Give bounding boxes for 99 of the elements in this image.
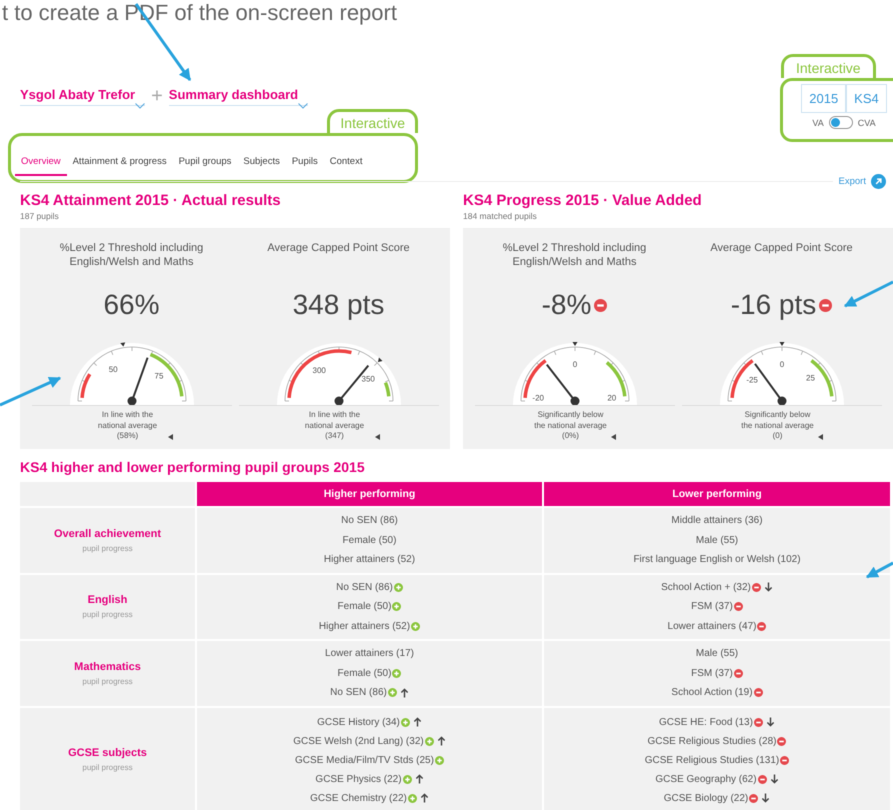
row-subtitle: pupil progress (82, 544, 133, 553)
pupil-group: Female (50) (338, 668, 392, 679)
callout-arrow (0, 376, 62, 406)
pupil-group: No SEN (86) (341, 515, 398, 526)
comparison-text: In line with the national average (347) (304, 410, 366, 442)
callout-arrow (866, 562, 893, 578)
toggle-label: CVA (858, 118, 876, 128)
average-marker (377, 358, 382, 362)
metric-value: 348 pts (292, 289, 384, 321)
scale-label: 20 (606, 394, 616, 402)
metric-title: %Level 2 Threshold including English/Welsh and Maths (502, 241, 648, 270)
tab[interactable]: Overview (15, 148, 67, 176)
pointer-icon (168, 434, 172, 440)
section-title: KS4 higher and lower performing pupil groups 2015 (20, 459, 366, 475)
tab[interactable]: Context (324, 148, 368, 176)
pupil-group: GCSE Welsh (2nd Lang) (32) (293, 736, 424, 746)
scale-label: 350 (361, 374, 374, 384)
above-range-band (383, 382, 390, 397)
metric-value: -16 pts (730, 289, 816, 321)
pupil-group: FSM (37) (691, 601, 733, 612)
pupil-group: No SEN (86) (336, 582, 393, 593)
scale-label: -20 (532, 394, 544, 402)
average-marker (779, 342, 784, 346)
scale-label: 25 (806, 373, 814, 382)
section-title: KS4 Progress 2015 · Value Added (463, 192, 703, 210)
callout-arrow (844, 280, 893, 308)
pupil-group: GCSE Biology (22) (664, 792, 748, 804)
metric-value: -8% (542, 289, 592, 321)
pointer-icon (818, 434, 822, 440)
pupil-group: School Action + (32) (661, 582, 751, 593)
pupil-group: GCSE Religious Studies (28) (648, 736, 776, 746)
export-link[interactable]: Export (832, 174, 893, 188)
scale-label: 75 (154, 372, 163, 381)
pupil-group: Male (55) (696, 534, 738, 546)
comparison-text: Significantly below the national average (0) (740, 410, 814, 442)
pointer-icon (374, 434, 380, 440)
toggle-label: VA (812, 118, 824, 128)
row-title: Mathematics (74, 660, 141, 673)
metric-value: 66% (103, 289, 160, 321)
pupil-group: GCSE Religious Studies (131) (644, 754, 780, 766)
section-title: KS4 Attainment 2015 · Actual results (20, 192, 282, 210)
tab[interactable]: Subjects (237, 148, 286, 176)
metric-title: Average Capped Point Score (709, 241, 854, 256)
pupil-group: Middle attainers (36) (671, 515, 763, 526)
above-range-band (149, 352, 183, 397)
metric-title: %Level 2 Threshold including English/Welsh and Maths (58, 241, 204, 270)
export-icon (871, 174, 886, 188)
metric-title: Average Capped Point Score (266, 241, 411, 256)
pupil-group: GCSE History (34) (317, 716, 400, 728)
row-title: GCSE subjects (68, 746, 147, 758)
tab[interactable]: Attainment & progress (66, 148, 173, 176)
row-subtitle: pupil progress (82, 762, 133, 772)
pupil-group: Lower attainers (47) (668, 620, 756, 632)
pupil-group: GCSE HE: Food (13) (659, 716, 753, 728)
tab[interactable]: Pupils (286, 148, 324, 176)
row-title: Overall achievement (54, 528, 161, 540)
gauge-needle (127, 357, 148, 405)
pupil-group: FSM (37) (691, 668, 733, 679)
breadcrumb-dropdown[interactable]: Summary dashboard (168, 86, 308, 106)
average-marker (120, 342, 125, 347)
below-range-band (80, 373, 91, 398)
pupil-group: First language English or Welsh (102) (633, 554, 801, 566)
pointer-icon (610, 434, 616, 440)
comparison-text: In line with the national average (58%) (96, 410, 158, 442)
filter-button[interactable]: KS4 (846, 84, 887, 113)
pupil-group: Female (50) (338, 601, 392, 612)
plus-separator: + (151, 86, 163, 106)
row-subtitle: pupil progress (82, 676, 133, 686)
pupil-count: 187 pupils (20, 210, 60, 222)
scale-label: 0 (572, 360, 577, 369)
column-header: Lower performing (544, 482, 890, 506)
pupil-group: GCSE Media/Film/TV Stds (25) (295, 754, 434, 766)
comparison-text: Significantly below the national average (0%) (534, 410, 608, 442)
row-subtitle: pupil progress (82, 610, 133, 620)
average-marker (572, 342, 577, 346)
pupil-group: No SEN (86) (330, 687, 387, 698)
pupil-group: Lower attainers (17) (325, 648, 414, 660)
column-header: Higher performing (197, 482, 542, 506)
below-range-band (286, 349, 352, 398)
pupil-group: GCSE Physics (22) (315, 774, 402, 784)
breadcrumb-dropdown[interactable]: Ysgol Abaty Trefor (20, 86, 146, 106)
pupil-group: Male (55) (696, 648, 738, 660)
callout-label: Interactive (781, 54, 876, 78)
filter-button[interactable]: 2015 (801, 84, 846, 113)
tab[interactable]: Pupil groups (172, 148, 238, 176)
scale-label: 0 (779, 360, 784, 369)
row-title: English (88, 594, 128, 606)
scale-label: 300 (312, 366, 326, 375)
pupil-group: GCSE Geography (62) (655, 774, 757, 784)
scale-label: 50 (108, 365, 118, 374)
pupil-group: GCSE Chemistry (22) (310, 792, 407, 804)
pupil-group: Higher attainers (52) (324, 554, 416, 566)
pupil-group: Higher attainers (52) (318, 620, 410, 632)
toggle-switch[interactable] (828, 116, 853, 129)
callout-label: Interactive (327, 109, 418, 133)
pupil-group: Female (50) (342, 534, 396, 546)
pupil-group: School Action (19) (671, 687, 753, 698)
scale-label: -25 (746, 375, 758, 384)
pupil-count: 184 matched pupils (463, 210, 538, 222)
